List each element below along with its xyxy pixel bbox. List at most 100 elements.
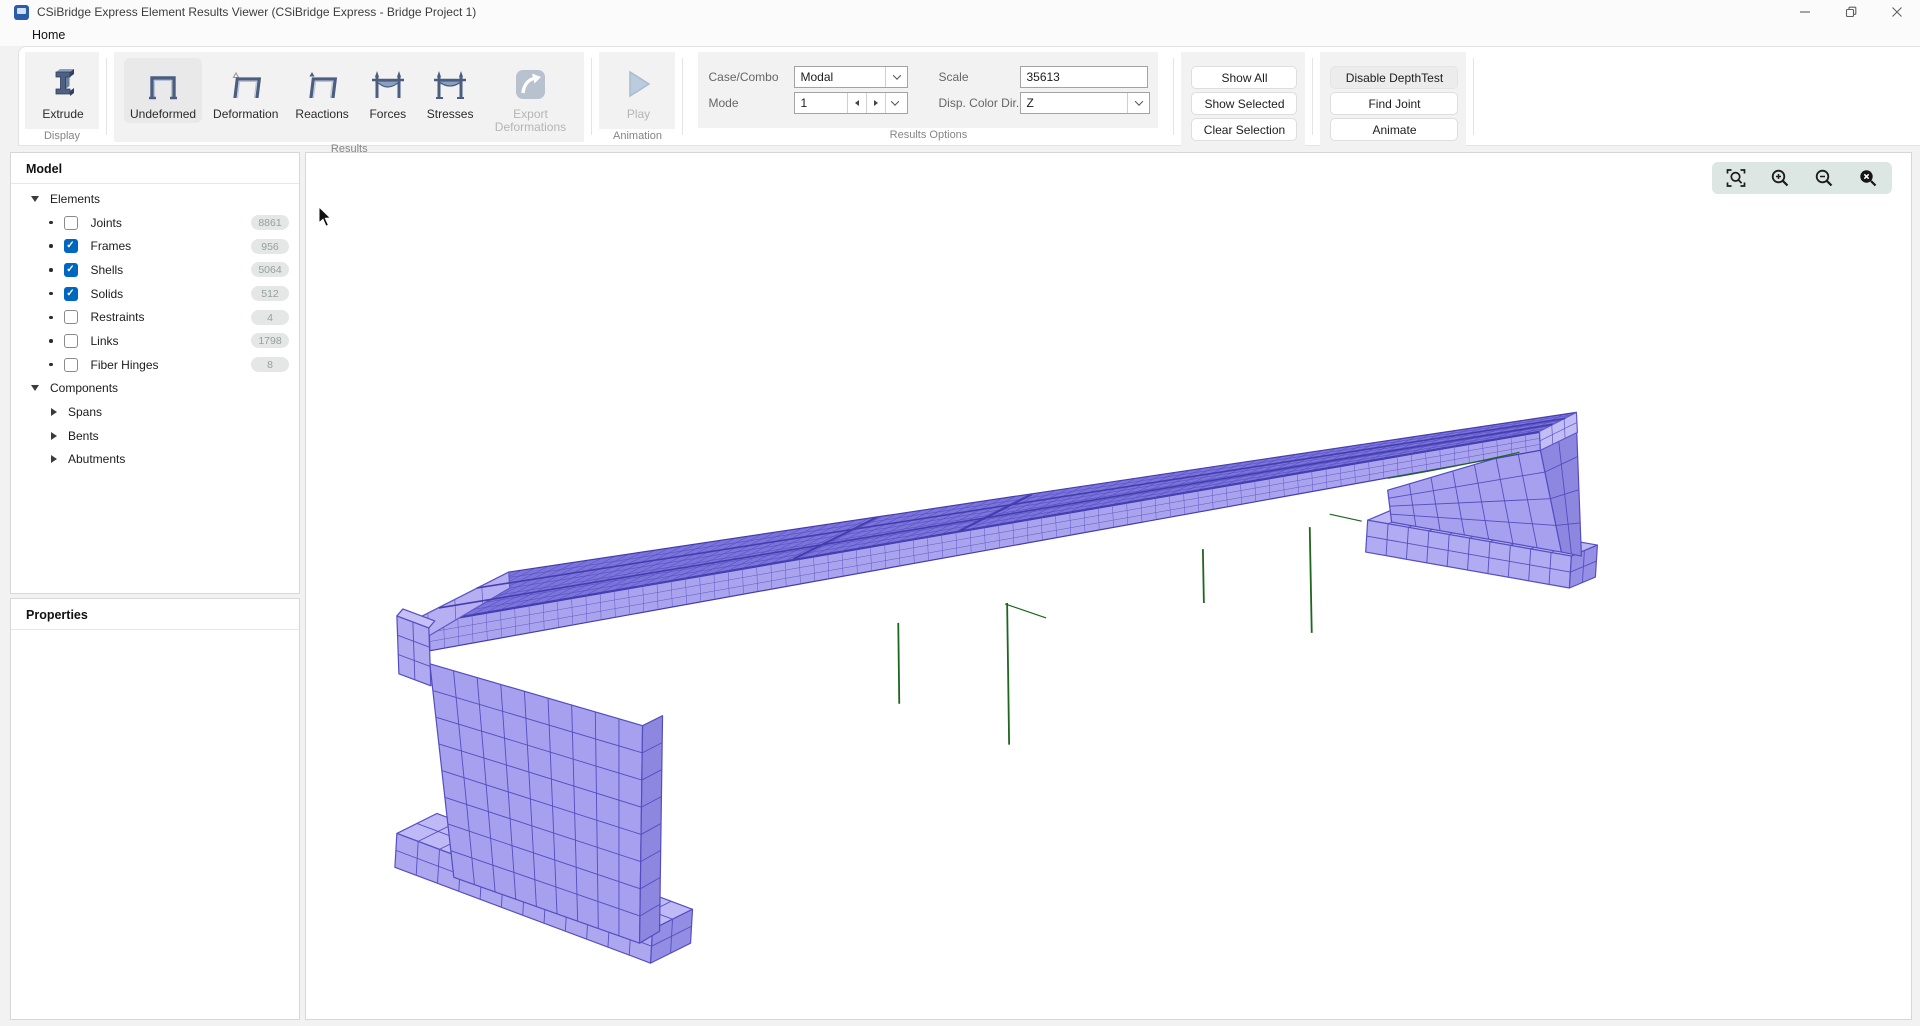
tree-node-spans[interactable]: Spans [11, 400, 299, 424]
reactions-label: Reactions [295, 108, 348, 121]
play-button[interactable]: Play [609, 58, 667, 123]
show-selected-button[interactable]: Show Selected [1191, 92, 1297, 115]
content-area: Model Elements Joints 8861 Frames [0, 146, 1920, 1026]
export-deformations-label: Export Deformations [490, 108, 570, 134]
play-icon [616, 63, 660, 105]
chevron-down-icon[interactable] [885, 93, 904, 113]
expand-triangle-icon[interactable] [51, 455, 57, 463]
reactions-button[interactable]: Reactions [289, 58, 354, 123]
bullet-icon [49, 316, 53, 320]
model-viewport[interactable] [305, 152, 1912, 1020]
zoom-extents-button[interactable] [1724, 166, 1748, 190]
tree-label: Shells [91, 263, 124, 277]
chevron-down-icon[interactable] [1127, 93, 1149, 113]
clear-selection-button[interactable]: Clear Selection [1191, 118, 1297, 141]
zoom-window-icon [1857, 167, 1879, 189]
divider [11, 629, 299, 630]
stresses-button[interactable]: Stresses [421, 58, 480, 123]
group-label-animation: Animation [599, 129, 675, 146]
extrude-icon [41, 63, 85, 105]
undeformed-button[interactable]: Undeformed [124, 58, 202, 123]
tree-label: Components [50, 381, 118, 395]
model-tree: Elements Joints 8861 Frames 956 [11, 184, 299, 471]
zoom-in-icon [1769, 167, 1791, 189]
case-combo-select[interactable]: Modal [794, 66, 908, 88]
tree-label: Solids [91, 287, 124, 301]
tree-label: Elements [50, 192, 100, 206]
tree-row-restraints[interactable]: Restraints 4 [11, 305, 299, 329]
tree-label: Restraints [91, 310, 145, 324]
group-label-results-options: Results Options [698, 128, 1158, 145]
disp-color-dir-label: Disp. Color Dir. [938, 96, 1020, 110]
tree-node-bents[interactable]: Bents [11, 424, 299, 448]
tree-label: Fiber Hinges [91, 358, 159, 372]
tree-row-fiber-hinges[interactable]: Fiber Hinges 8 [11, 353, 299, 377]
restore-icon [1845, 6, 1857, 18]
tree-node-abutments[interactable]: Abutments [11, 448, 299, 472]
expand-triangle-icon[interactable] [51, 408, 57, 416]
tree-label: Bents [68, 429, 99, 443]
mode-value: 1 [795, 93, 847, 113]
solids-checkbox[interactable] [64, 287, 78, 301]
scale-label: Scale [938, 70, 1020, 84]
ribbon-group-selections: Show All Show Selected Clear Selection S… [1175, 50, 1311, 145]
close-button[interactable] [1874, 0, 1920, 24]
links-checkbox[interactable] [64, 334, 78, 348]
fiber-hinges-checkbox[interactable] [64, 358, 78, 372]
frames-checkbox[interactable] [64, 239, 78, 253]
properties-panel: Properties [10, 598, 300, 1020]
minimize-icon [1799, 6, 1811, 18]
forces-button[interactable]: Forces [360, 58, 416, 123]
tree-row-links[interactable]: Links 1798 [11, 329, 299, 353]
animate-button[interactable]: Animate [1330, 118, 1458, 141]
mode-stepper[interactable]: 1 [794, 92, 908, 114]
close-icon [1891, 6, 1903, 18]
tree-row-shells[interactable]: Shells 5064 [11, 258, 299, 282]
restore-button[interactable] [1828, 0, 1874, 24]
tree-node-components[interactable]: Components [11, 377, 299, 401]
disable-depthtest-button[interactable]: Disable DepthTest [1330, 66, 1458, 89]
count-badge: 512 [251, 286, 289, 301]
minimize-button[interactable] [1782, 0, 1828, 24]
menu-bar: Home [0, 24, 1920, 46]
restraints-checkbox[interactable] [64, 310, 78, 324]
zoom-out-icon [1813, 167, 1835, 189]
bridge-3d-model[interactable] [306, 153, 1911, 1019]
case-combo-label: Case/Combo [708, 70, 794, 84]
expand-triangle-icon[interactable] [51, 432, 57, 440]
zoom-out-button[interactable] [1812, 166, 1836, 190]
scale-input[interactable] [1020, 66, 1148, 88]
mode-prev-button[interactable] [847, 93, 866, 113]
ribbon-divider [682, 58, 683, 135]
shells-checkbox[interactable] [64, 263, 78, 277]
export-icon [508, 63, 552, 105]
export-deformations-button[interactable]: Export Deformations [484, 58, 576, 136]
extrude-button[interactable]: Extrude [35, 58, 91, 123]
deformation-icon [224, 63, 268, 105]
tree-row-joints[interactable]: Joints 8861 [11, 211, 299, 235]
properties-panel-title: Properties [11, 599, 299, 629]
count-badge: 956 [251, 239, 289, 254]
tree-row-frames[interactable]: Frames 956 [11, 234, 299, 258]
tree-row-solids[interactable]: Solids 512 [11, 282, 299, 306]
ribbon-divider [1473, 58, 1474, 135]
ribbon-group-results-options: Case/Combo Modal Scale Mode 1 Disp. Colo… [684, 50, 1172, 145]
chevron-down-icon[interactable] [885, 67, 907, 87]
mode-next-button[interactable] [866, 93, 885, 113]
zoom-in-button[interactable] [1768, 166, 1792, 190]
tab-home[interactable]: Home [32, 28, 65, 42]
tree-node-elements[interactable]: Elements [11, 187, 299, 211]
bullet-icon [49, 221, 53, 225]
find-joint-button[interactable]: Find Joint [1330, 92, 1458, 115]
joints-checkbox[interactable] [64, 216, 78, 230]
collapse-triangle-icon[interactable] [31, 196, 39, 202]
deformation-button[interactable]: Deformation [207, 58, 284, 123]
ribbon-group-animation: Play Animation [593, 50, 681, 145]
zoom-window-button[interactable] [1856, 166, 1880, 190]
tree-label: Joints [91, 216, 122, 230]
extrude-label: Extrude [42, 108, 83, 121]
tree-label: Abutments [68, 452, 125, 466]
disp-color-dir-select[interactable]: Z [1020, 92, 1150, 114]
collapse-triangle-icon[interactable] [31, 385, 39, 391]
show-all-button[interactable]: Show All [1191, 66, 1297, 89]
